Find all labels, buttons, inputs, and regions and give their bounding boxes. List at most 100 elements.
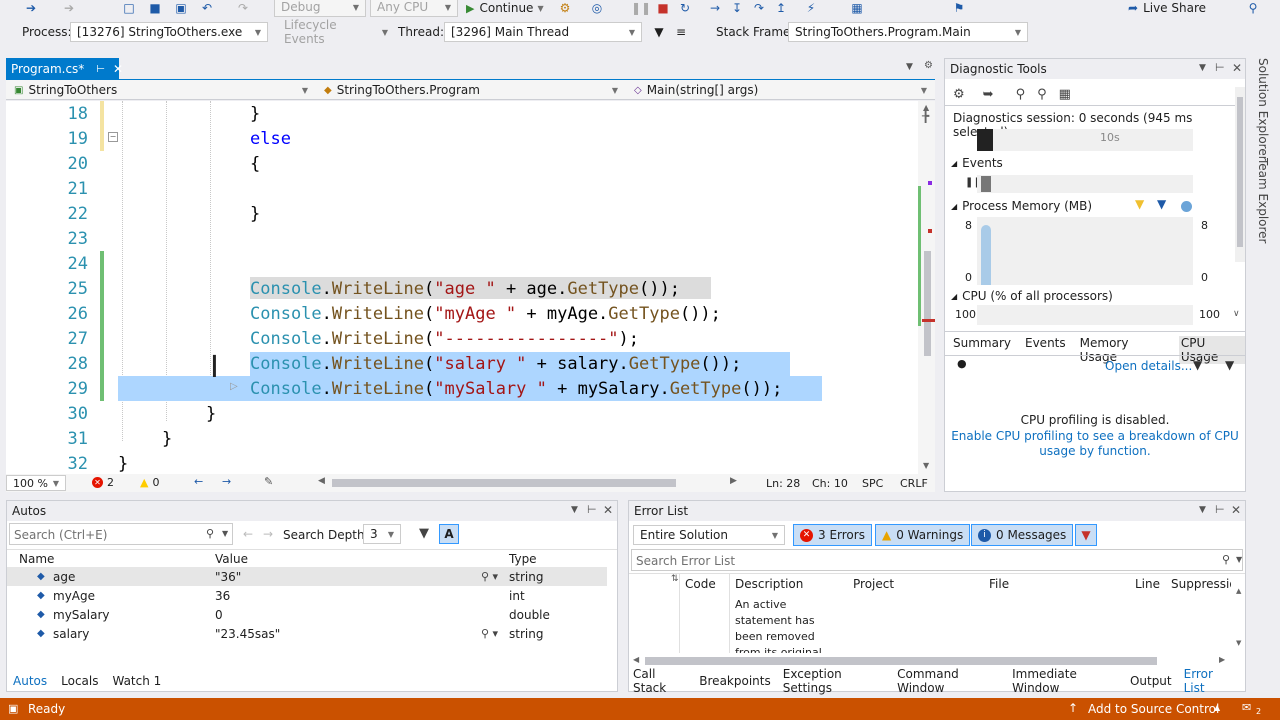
export-icon[interactable]: ➥ (983, 87, 994, 102)
events-header[interactable]: ◢ Events (951, 156, 1003, 170)
column-header-description[interactable]: Description (735, 577, 803, 591)
process-dropdown[interactable]: [13276] StringToOthers.exe ▼ (70, 22, 268, 42)
team-explorer-tab[interactable]: Team Explorer (1256, 158, 1270, 244)
warnings-indicator[interactable]: ▲ 0 (140, 476, 159, 489)
column-header-code[interactable]: Code (685, 577, 716, 591)
horizontal-scroll-thumb[interactable] (332, 479, 676, 487)
run-to-click-icon[interactable]: ▷ (230, 381, 238, 392)
whitespace-status[interactable]: SPC (862, 477, 883, 490)
search-icon[interactable]: ⚲ (206, 527, 214, 540)
variable-value[interactable]: 0 (215, 608, 223, 622)
autos-row[interactable]: ◆ mySalary 0 double (7, 605, 607, 624)
attach-icon[interactable]: ⚙ (556, 0, 574, 16)
redo-icon[interactable]: ↷ (234, 0, 252, 16)
chart-icon[interactable]: ▦ (1059, 87, 1071, 102)
close-icon[interactable]: ✕ (1232, 61, 1242, 75)
show-next-statement-icon[interactable]: → (706, 0, 724, 16)
autos-search-box[interactable]: Search (Ctrl+E) ⚲ ▼ (9, 523, 233, 545)
settings-icon[interactable]: ⚙ (953, 87, 965, 102)
search-back-icon[interactable]: ← (243, 527, 253, 541)
tab-dropdown-icon[interactable]: ▼ (906, 62, 913, 72)
panel-menu-icon[interactable]: ▼ (1199, 505, 1206, 515)
column-header-project[interactable]: Project (853, 577, 894, 591)
tab-debug-window-1[interactable]: Breakpoints (699, 674, 770, 688)
tab-debug-window-6[interactable]: Error List (1184, 667, 1233, 695)
undo-icon[interactable]: ↶ (198, 0, 216, 16)
timeline-selection[interactable] (977, 129, 993, 151)
save-icon[interactable]: ■ (146, 0, 164, 16)
close-icon[interactable]: ✕ (1231, 503, 1241, 517)
autos-row[interactable]: ◆ age "36" ⚲ ▾ string (7, 567, 607, 586)
step-out-icon[interactable]: ↥ (772, 0, 790, 16)
hscroll-right-icon[interactable]: ▶ (1219, 655, 1225, 664)
settings-icon[interactable]: ⚙ (924, 60, 933, 71)
navigate-back-icon[interactable]: ← (194, 475, 203, 488)
bookmark-icon[interactable]: ⚑ (950, 0, 968, 16)
errors-indicator[interactable]: ✕ 2 (92, 476, 114, 489)
stop-icon[interactable]: ■ (654, 0, 672, 16)
flag-thread-icon[interactable]: ≡ (672, 24, 690, 40)
thread-dropdown[interactable]: [3296] Main Thread ▼ (444, 22, 642, 42)
diagnostics-icon[interactable]: ◎ (588, 0, 606, 16)
stack-frame-dropdown[interactable]: StringToOthers.Program.Main ▼ (788, 22, 1028, 42)
tab-debug-window-5[interactable]: Output (1130, 674, 1172, 688)
add-to-source-control[interactable]: Add to Source Control (1088, 702, 1219, 716)
zoom-out-icon[interactable]: ⚲ (1037, 87, 1047, 102)
error-vscroll[interactable]: ▲ ▼ (1235, 585, 1245, 649)
filter-icon[interactable]: ▼ (1193, 358, 1202, 372)
pin-icon[interactable]: ⊢ (587, 503, 597, 516)
search-forward-icon[interactable]: → (263, 527, 273, 541)
error-search-box[interactable]: Search Error List ⚲ ▼ (631, 549, 1243, 571)
tab-diagnostics-1[interactable]: Events (1025, 336, 1066, 364)
filter-icon[interactable]: ▼ (1225, 358, 1234, 372)
open-details-link[interactable]: Open details... (1105, 359, 1192, 373)
save-all-icon[interactable]: ▣ (172, 0, 190, 16)
text-visualizer-icon[interactable]: ⚲ ▾ (481, 627, 498, 640)
tab-debug-window-0[interactable]: Call Stack (633, 667, 687, 695)
column-header-line[interactable]: Line (1135, 577, 1160, 591)
pin-icon[interactable]: ⊢ (1215, 61, 1225, 74)
error-hscroll-thumb[interactable] (645, 657, 1157, 665)
step-into-icon[interactable]: ↧ (728, 0, 746, 16)
notifications-icon[interactable]: ✉ (1242, 701, 1251, 714)
expand-icon[interactable]: ∨ (1233, 309, 1240, 319)
pin-icon[interactable]: ⊢ (1215, 503, 1225, 516)
navigate-forward-icon[interactable]: → (222, 475, 231, 488)
brush-icon[interactable]: ✎ (264, 475, 273, 488)
tab-autos-0[interactable]: Autos (13, 674, 47, 688)
hscroll-left-icon[interactable]: ◀ (318, 476, 325, 486)
tab-autos-1[interactable]: Locals (61, 674, 98, 688)
panel-menu-icon[interactable]: ▼ (1199, 63, 1206, 73)
close-icon[interactable]: ✕ (603, 503, 613, 517)
variable-value[interactable]: "36" (215, 570, 241, 584)
column-header-value[interactable]: Value (215, 552, 248, 566)
code-editor[interactable]: − 18} 19 else 20{21 22} 23 24 25 Console.WriteLi… (6, 101, 935, 474)
warnings-filter-button[interactable]: ▲ 0 Warnings (875, 524, 971, 546)
hscroll-right-icon[interactable]: ▶ (730, 476, 737, 486)
live-share-button[interactable]: ➦ Live Share (1128, 0, 1206, 16)
text-visualizer-icon[interactable]: ⚲ ▾ (481, 570, 498, 583)
clear-filter-icon[interactable]: ▼ (1075, 524, 1097, 546)
project-dropdown[interactable]: ▣ StringToOthers ▼ (8, 81, 314, 99)
chevron-down-icon[interactable]: ▼ (222, 529, 228, 538)
autos-row[interactable]: ◆ myAge 36 int (7, 586, 607, 605)
back-icon[interactable]: ➔ (22, 0, 40, 16)
scroll-thumb[interactable] (924, 251, 931, 356)
scope-dropdown[interactable]: Entire Solution ▼ (633, 525, 785, 545)
panel-menu-icon[interactable]: ▼ (571, 505, 578, 515)
solution-explorer-tab[interactable]: Solution Explorer (1256, 58, 1270, 161)
member-dropdown[interactable]: ◇ Main(string[] args) ▼ (628, 81, 933, 99)
filter-icon[interactable]: ▼ (650, 24, 668, 40)
column-header-type[interactable]: Type (509, 552, 537, 566)
tab-program-cs[interactable]: Program.cs* ⊢ ✕ (6, 58, 123, 80)
hex-icon[interactable]: ▦ (848, 0, 866, 16)
diag-scroll-thumb[interactable] (1237, 97, 1243, 247)
class-dropdown[interactable]: ◆ StringToOthers.Program ▼ (318, 81, 624, 99)
search-icon[interactable]: ⚲ (1222, 553, 1230, 566)
event-marker[interactable] (981, 176, 991, 192)
error-row[interactable]: An active statement has been removed fro… (629, 593, 1233, 653)
font-toggle-icon[interactable]: A (439, 524, 459, 544)
collapse-icon[interactable]: − (108, 132, 118, 142)
open-folder-icon[interactable]: □ (120, 0, 138, 16)
zoom-dropdown[interactable]: 100 % ▼ (6, 475, 66, 491)
